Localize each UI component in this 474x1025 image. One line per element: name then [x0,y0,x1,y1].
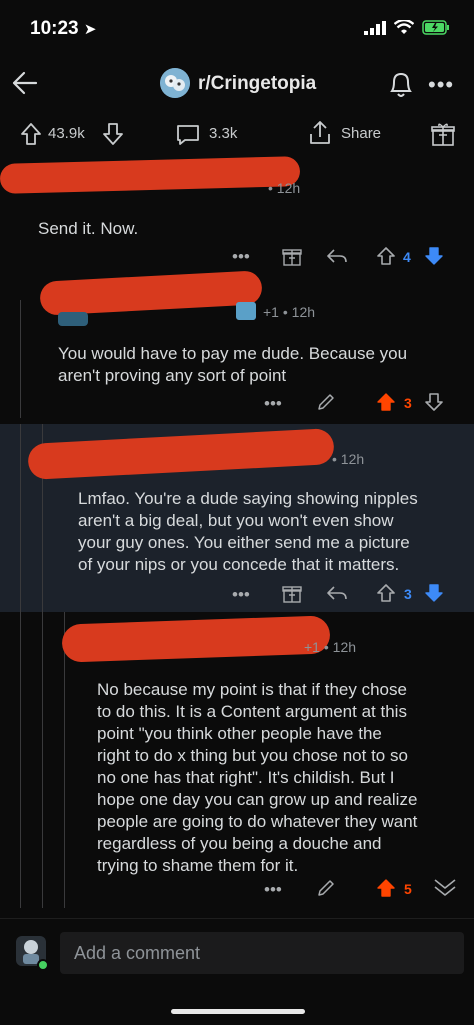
signal-icon [364,20,386,35]
upvote-icon[interactable] [376,246,396,266]
thread-line [20,300,21,418]
more-options-icon[interactable]: ••• [428,72,454,98]
thread-line [20,612,21,908]
comment-icon[interactable] [175,123,201,147]
post-score: 43.9k [48,125,85,142]
bell-icon[interactable] [386,68,416,100]
wifi-icon [394,20,414,34]
subreddit-avatar[interactable] [160,68,190,98]
edit-pencil-icon[interactable] [316,392,336,412]
upvote-icon[interactable] [376,583,396,603]
comment-meta: • 12h [332,451,365,467]
edit-pencil-icon[interactable] [316,878,336,898]
downvote-icon[interactable] [424,392,444,412]
comment-meta: +1 • 12h [263,304,316,320]
share-label[interactable]: Share [341,125,381,142]
comment-count[interactable]: 3.3k [209,125,237,142]
user-flair-icon [58,312,88,326]
home-indicator [171,1009,305,1014]
redaction-overlay [39,270,263,316]
user-avatar[interactable] [14,934,48,970]
comment-score: 3 [404,586,412,602]
comment-meta: • 12h [268,180,301,196]
upvote-icon[interactable] [20,122,42,146]
comment-text: Send it. Now. [38,219,139,238]
status-icons [364,20,450,35]
award-icon[interactable] [282,583,302,603]
downvote-icon[interactable] [102,122,124,146]
comment-score: 3 [404,395,412,411]
comment-score: 4 [403,249,411,265]
comment-text: Lmfao. You're a dude saying showing nipp… [78,489,418,574]
upvote-icon[interactable] [376,392,396,412]
comment-more-icon[interactable]: ••• [264,394,282,414]
add-comment-input[interactable]: Add a comment [60,932,464,974]
comment-more-icon[interactable]: ••• [232,247,250,267]
thread-line [42,612,43,908]
redaction-overlay [0,156,301,194]
award-icon[interactable] [430,121,456,147]
award-icon[interactable] [282,246,302,266]
comment-text: No because my point is that if they chos… [97,680,418,875]
downvote-icon[interactable] [424,583,444,603]
reply-icon[interactable] [326,584,348,602]
comment-score: 5 [404,881,412,897]
redaction-overlay [61,615,331,663]
comment-more-icon[interactable]: ••• [264,880,282,900]
subreddit-name[interactable]: r/Cringetopia [198,73,316,95]
share-icon[interactable] [308,120,332,146]
thread-line [20,424,21,612]
collapse-chevron-icon[interactable] [432,876,458,898]
comment-text: You would have to pay me dude. Because y… [58,344,408,385]
upvote-icon[interactable] [376,878,396,898]
divider [0,918,474,919]
status-time: 10:23 ➤ [30,18,97,39]
award-badge-icon [236,302,256,320]
comment-more-icon[interactable]: ••• [232,585,250,605]
back-arrow-icon[interactable] [8,66,42,100]
thread-line [64,612,65,908]
downvote-icon[interactable] [424,246,444,266]
battery-icon [422,20,449,35]
comment-meta: +1 • 12h [304,639,357,655]
reply-icon[interactable] [326,247,348,265]
